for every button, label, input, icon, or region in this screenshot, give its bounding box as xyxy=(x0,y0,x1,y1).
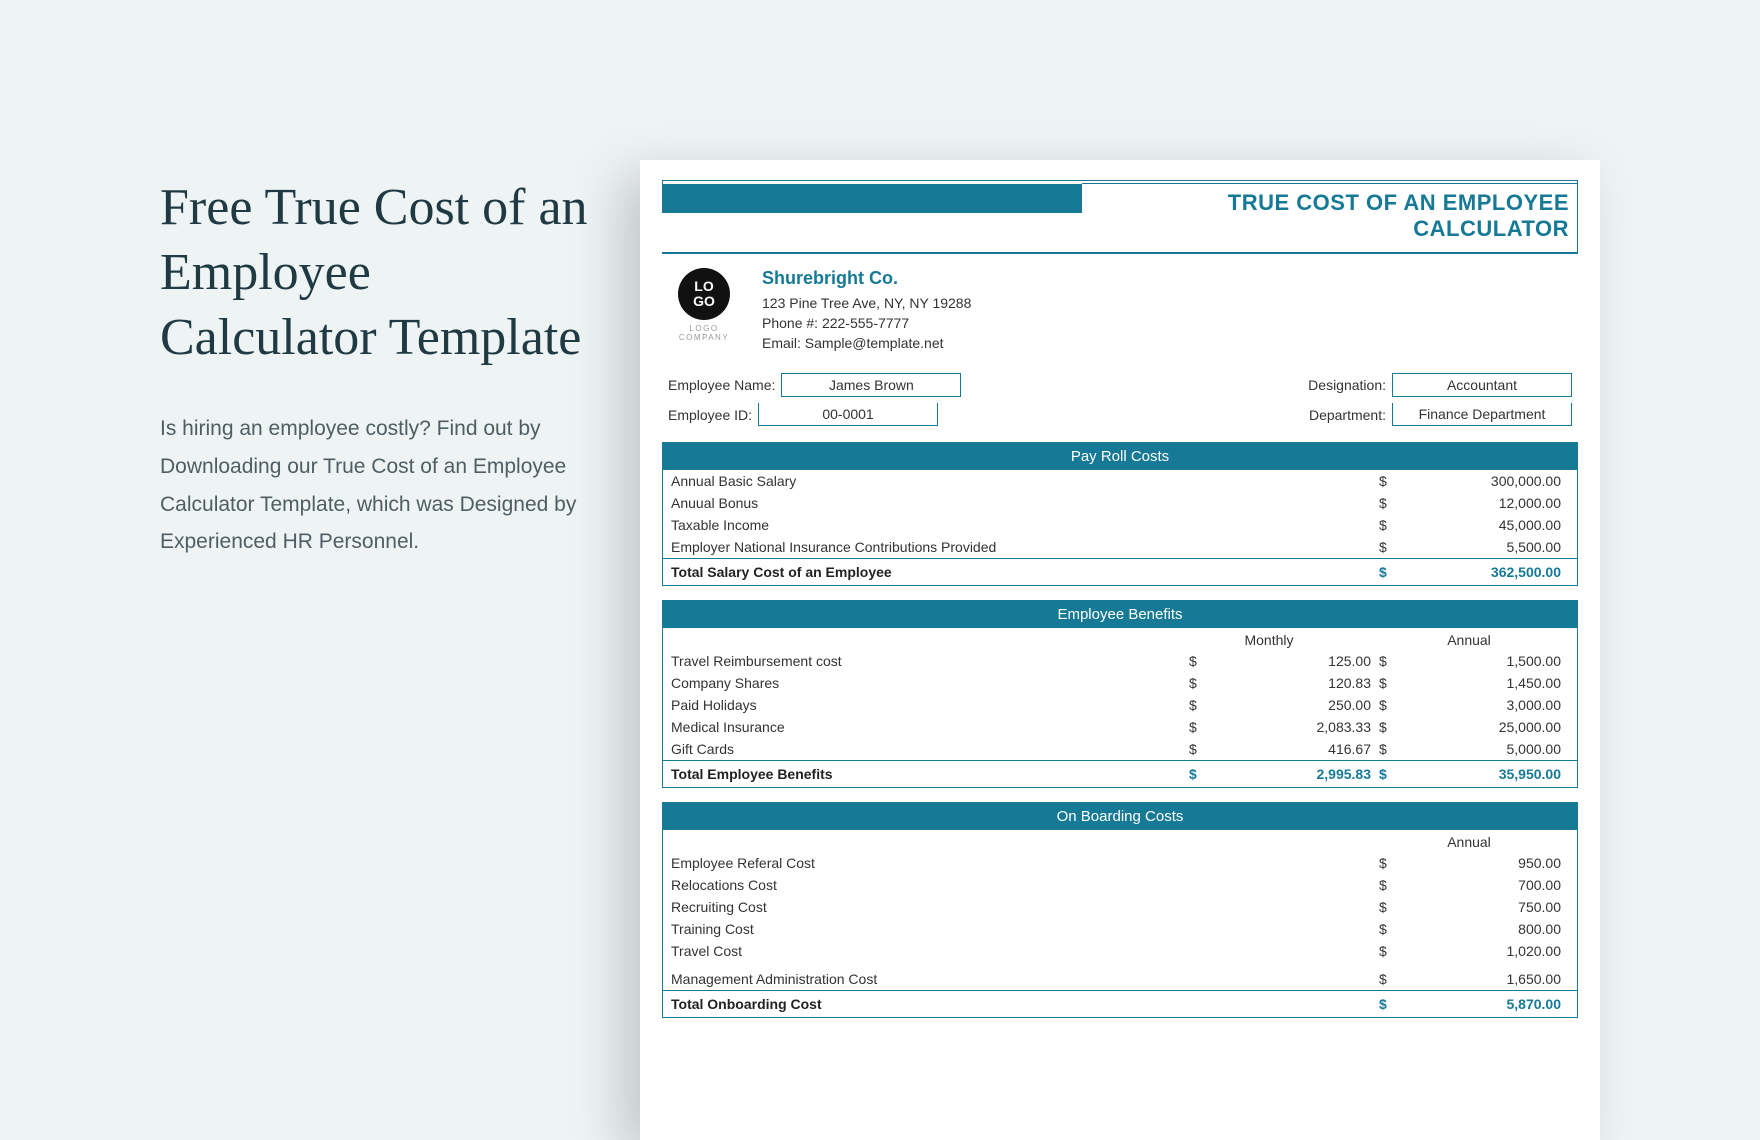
payroll-row-value: 45,000.00 xyxy=(1399,517,1569,533)
onboarding-row-value: 1,650.00 xyxy=(1399,971,1569,987)
company-address: 123 Pine Tree Ave, NY, NY 19288 xyxy=(762,295,971,311)
benefit-row-annual: 5,000.00 xyxy=(1399,741,1569,757)
company-phone: Phone #: 222-555-7777 xyxy=(762,315,971,331)
benefit-row-monthly: 250.00 xyxy=(1209,697,1379,713)
employee-name-label: Employee Name: xyxy=(668,377,781,393)
employee-name-field[interactable]: James Brown xyxy=(781,373,961,397)
spreadsheet-page: TRUE COST OF AN EMPLOYEE CALCULATOR LOGO… xyxy=(640,160,1600,1140)
page-description: Is hiring an employee costly? Find out b… xyxy=(160,410,590,561)
department-label: Department: xyxy=(1309,407,1392,423)
onboarding-section: On Boarding Costs Annual Employee Refera… xyxy=(662,802,1578,1018)
benefit-row-label: Company Shares xyxy=(671,675,1189,691)
benefit-row-monthly: 120.83 xyxy=(1209,675,1379,691)
onboarding-row-label: Management Administration Cost xyxy=(671,971,1379,987)
designation-field[interactable]: Accountant xyxy=(1392,373,1572,397)
benefits-total-annual: 35,950.00 xyxy=(1399,766,1569,782)
benefit-row-label: Travel Reimbursement cost xyxy=(671,653,1189,669)
designation-label: Designation: xyxy=(1308,377,1392,393)
benefit-row-label: Paid Holidays xyxy=(671,697,1189,713)
employee-id-label: Employee ID: xyxy=(668,407,758,423)
onboarding-row-label: Relocations Cost xyxy=(671,877,1379,893)
payroll-section: Pay Roll Costs Annual Basic Salary $300,0… xyxy=(662,442,1578,586)
benefit-row-monthly: 2,083.33 xyxy=(1209,719,1379,735)
payroll-row-label: Employer National Insurance Contribution… xyxy=(671,539,1379,555)
onboarding-row-value: 950.00 xyxy=(1399,855,1569,871)
col-annual: Annual xyxy=(1369,834,1569,850)
payroll-total-value: 362,500.00 xyxy=(1399,564,1569,580)
promo-text-block: Free True Cost of an Employee Calculator… xyxy=(160,175,590,561)
benefit-row-label: Medical Insurance xyxy=(671,719,1189,735)
onboarding-row-value: 700.00 xyxy=(1399,877,1569,893)
template-preview: TRUE COST OF AN EMPLOYEE CALCULATOR LOGO… xyxy=(640,160,1600,1140)
currency-symbol: $ xyxy=(1379,564,1399,580)
payroll-row-label: Anuual Bonus xyxy=(671,495,1379,511)
benefit-row-label: Gift Cards xyxy=(671,741,1189,757)
department-field[interactable]: Finance Department xyxy=(1392,403,1572,426)
company-email: Email: Sample@template.net xyxy=(762,335,971,351)
sheet-title: TRUE COST OF AN EMPLOYEE CALCULATOR xyxy=(1082,183,1578,252)
onboarding-row-value: 750.00 xyxy=(1399,899,1569,915)
employee-id-field[interactable]: 00-0001 xyxy=(758,403,938,426)
onboarding-row-value: 800.00 xyxy=(1399,921,1569,937)
benefits-total-monthly: 2,995.83 xyxy=(1209,766,1379,782)
benefit-row-monthly: 416.67 xyxy=(1209,741,1379,757)
onboarding-total-label: Total Onboarding Cost xyxy=(671,996,1379,1012)
onboarding-total-value: 5,870.00 xyxy=(1399,996,1569,1012)
benefit-row-annual: 1,500.00 xyxy=(1399,653,1569,669)
onboarding-row-label: Recruiting Cost xyxy=(671,899,1379,915)
company-name: Shurebright Co. xyxy=(762,268,971,289)
logo-subtext: LOGO COMPANY xyxy=(668,324,740,342)
col-monthly: Monthly xyxy=(1169,632,1369,648)
payroll-heading: Pay Roll Costs xyxy=(663,443,1577,470)
payroll-row-label: Taxable Income xyxy=(671,517,1379,533)
onboarding-row-value: 1,020.00 xyxy=(1399,943,1569,959)
logo: LOGO LOGO COMPANY xyxy=(668,268,740,342)
company-info: Shurebright Co. 123 Pine Tree Ave, NY, N… xyxy=(762,268,971,355)
onboarding-heading: On Boarding Costs xyxy=(663,803,1577,830)
onboarding-row-label: Travel Cost xyxy=(671,943,1379,959)
payroll-row-value: 300,000.00 xyxy=(1399,473,1569,489)
payroll-total-label: Total Salary Cost of an Employee xyxy=(671,564,1379,580)
page-title: Free True Cost of an Employee Calculator… xyxy=(160,175,590,370)
logo-icon: LOGO xyxy=(678,268,730,320)
benefit-row-monthly: 125.00 xyxy=(1209,653,1379,669)
benefit-row-annual: 25,000.00 xyxy=(1399,719,1569,735)
payroll-row-label: Annual Basic Salary xyxy=(671,473,1379,489)
benefits-section: Employee Benefits Monthly Annual Travel … xyxy=(662,600,1578,788)
onboarding-row-label: Training Cost xyxy=(671,921,1379,937)
benefits-total-label: Total Employee Benefits xyxy=(671,766,1189,782)
benefits-heading: Employee Benefits xyxy=(663,601,1577,628)
payroll-row-value: 5,500.00 xyxy=(1399,539,1569,555)
col-annual: Annual xyxy=(1369,632,1569,648)
benefit-row-annual: 1,450.00 xyxy=(1399,675,1569,691)
onboarding-row-label: Employee Referal Cost xyxy=(671,855,1379,871)
benefit-row-annual: 3,000.00 xyxy=(1399,697,1569,713)
payroll-row-value: 12,000.00 xyxy=(1399,495,1569,511)
